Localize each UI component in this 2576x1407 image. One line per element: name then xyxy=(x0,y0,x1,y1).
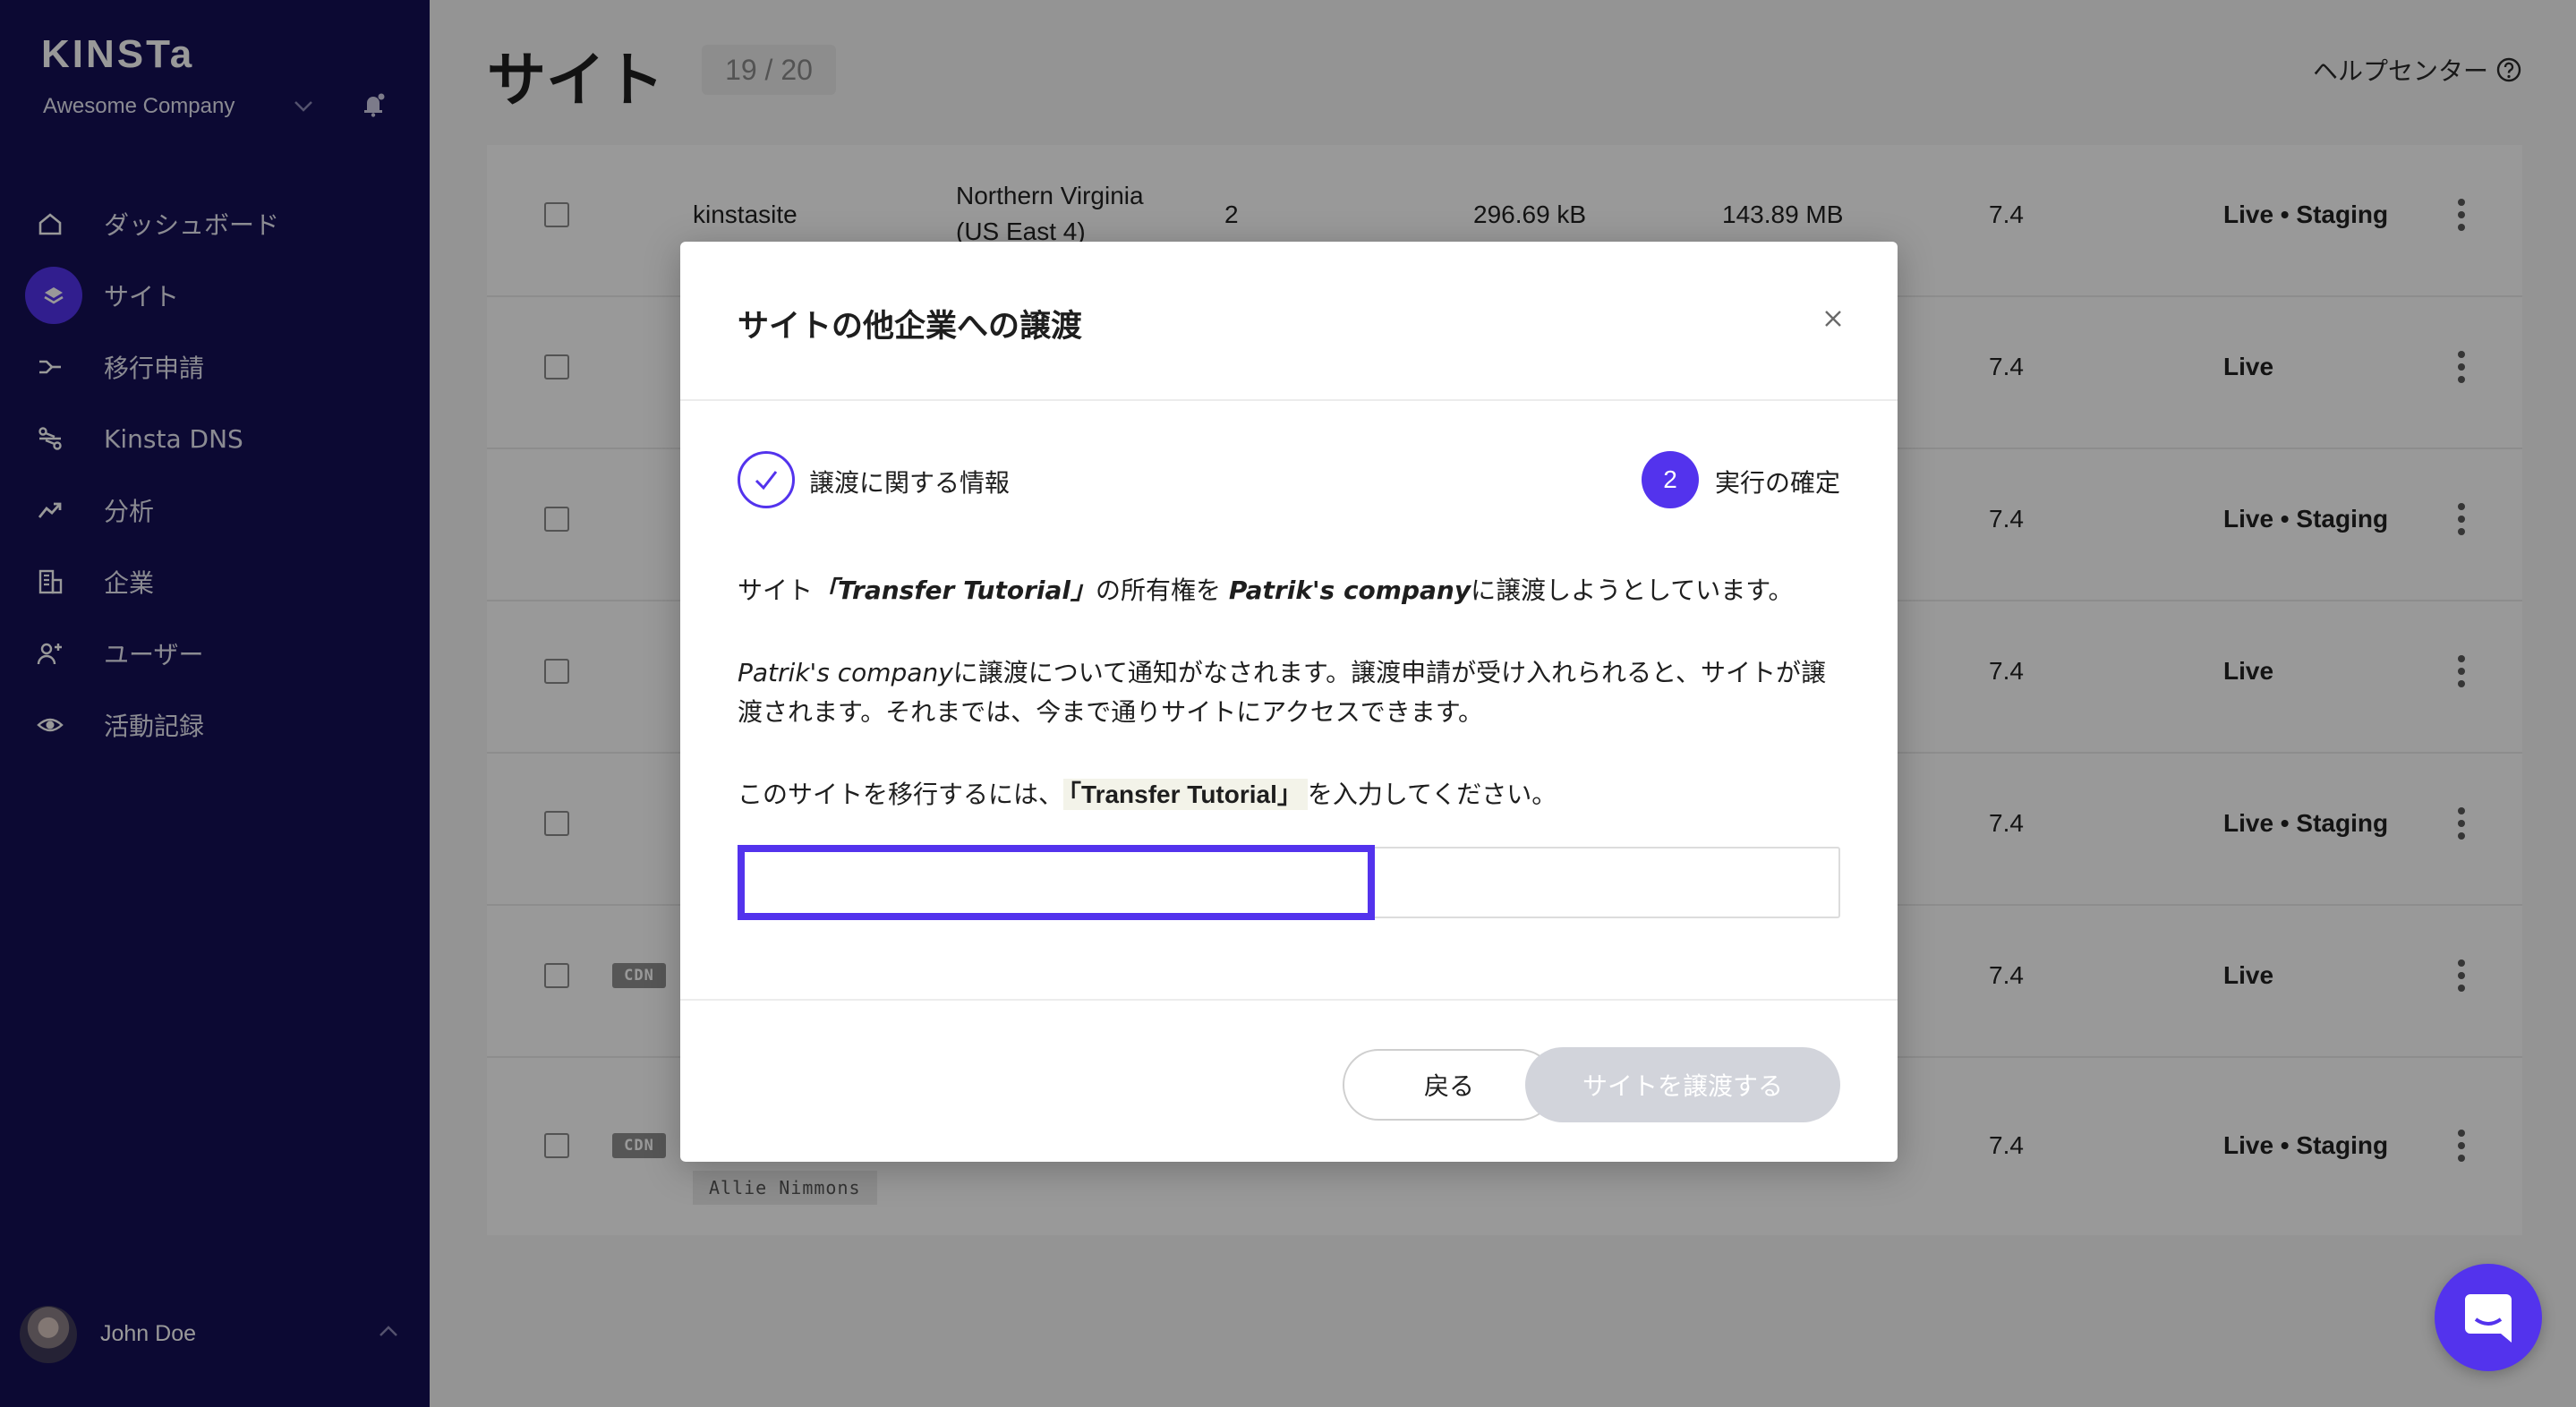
chat-icon xyxy=(2465,1294,2512,1343)
instruction-prefix: このサイトを移行するには、 xyxy=(738,780,1064,809)
transfer-site-button[interactable]: サイトを譲渡する xyxy=(1525,1047,1840,1122)
instruction-suffix: を入力してください。 xyxy=(1307,780,1557,809)
summary-prefix: サイト xyxy=(738,576,814,605)
confirm-instruction: このサイトを移行するには、 「Transfer Tutorial」 を入力してくださ… xyxy=(738,775,1840,814)
company-name-emphasis: Patrik's company xyxy=(1228,576,1471,605)
step-1-indicator xyxy=(738,451,795,508)
transfer-site-modal: サイトの他企業への譲渡 譲渡に関する情報 2 実行の確定 サイト「Transfe… xyxy=(680,242,1898,1162)
company-name-emphasis: Patrik's company xyxy=(738,658,953,687)
checkmark-icon xyxy=(755,471,778,490)
step-1-label: 譲渡に関する情報 xyxy=(809,468,1011,498)
close-icon[interactable] xyxy=(1821,306,1846,331)
transfer-notice: Patrik's companyに譲渡について通知がなされます。譲渡申請が受け入… xyxy=(738,653,1840,732)
transfer-summary: サイト「Transfer Tutorial」の所有権を Patrik's com… xyxy=(738,571,1840,610)
confirm-phrase: 「Transfer Tutorial」 xyxy=(1063,779,1308,810)
chat-launcher-button[interactable] xyxy=(2435,1264,2542,1371)
modal-divider xyxy=(680,399,1898,401)
modal-title: サイトの他企業への譲渡 xyxy=(738,309,1083,345)
modal-footer-divider xyxy=(680,999,1898,1001)
step-2-label: 実行の確定 xyxy=(1715,468,1841,498)
summary-suffix: に譲渡しようとしています。 xyxy=(1471,576,1794,605)
step-2-indicator: 2 xyxy=(1642,451,1699,508)
site-name-emphasis: 「Transfer Tutorial」 xyxy=(813,576,1096,605)
summary-mid: の所有権を xyxy=(1096,576,1229,605)
confirm-site-name-input[interactable] xyxy=(738,847,1840,918)
back-button[interactable]: 戻る xyxy=(1343,1049,1556,1121)
